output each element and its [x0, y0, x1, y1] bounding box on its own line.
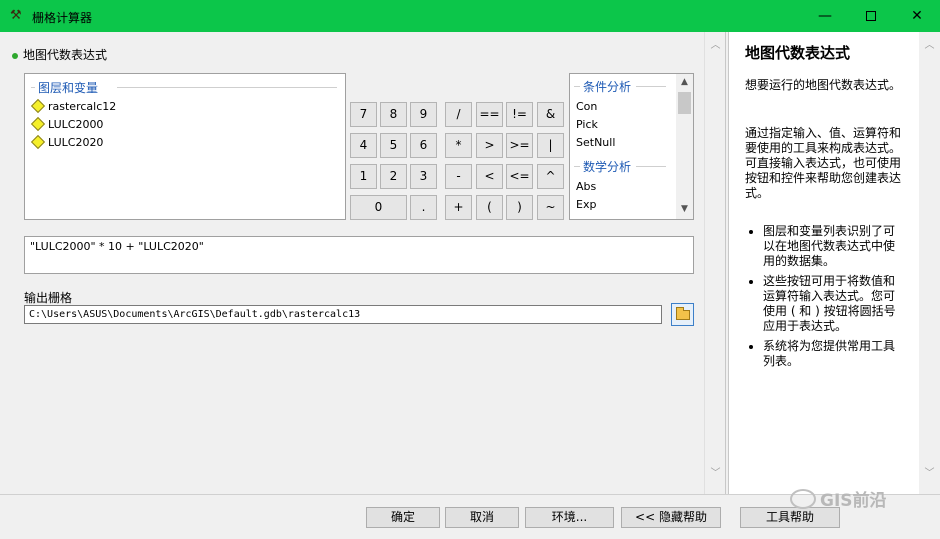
- divider: [31, 87, 35, 88]
- key-greater[interactable]: >: [476, 133, 503, 158]
- key-not[interactable]: ~: [537, 195, 564, 220]
- function-item-con[interactable]: Con: [576, 100, 597, 113]
- key-or[interactable]: |: [537, 133, 564, 158]
- function-item-abs[interactable]: Abs: [576, 180, 596, 193]
- help-title: 地图代数表达式: [745, 44, 851, 62]
- key-7[interactable]: 7: [350, 102, 377, 127]
- key-plus[interactable]: +: [445, 195, 472, 220]
- ok-button[interactable]: 确定: [366, 507, 440, 528]
- minimize-button[interactable]: —: [802, 0, 848, 32]
- layers-group-title: 图层和变量: [38, 81, 99, 95]
- scroll-up-icon[interactable]: ︿: [705, 36, 726, 51]
- key-8[interactable]: 8: [380, 102, 407, 127]
- scroll-down-icon[interactable]: ▼: [676, 204, 693, 214]
- raster-layer-icon: [30, 134, 46, 150]
- help-paragraph: 想要运行的地图代数表达式。: [745, 78, 902, 92]
- layer-item[interactable]: rastercalc12: [30, 98, 117, 114]
- maximize-button[interactable]: [848, 0, 894, 32]
- hide-help-button[interactable]: << 隐藏帮助: [621, 507, 721, 528]
- key-6[interactable]: 6: [410, 133, 437, 158]
- key-2[interactable]: 2: [380, 164, 407, 189]
- function-item-setnull[interactable]: SetNull: [576, 136, 615, 149]
- key-3[interactable]: 3: [410, 164, 437, 189]
- key-5[interactable]: 5: [380, 133, 407, 158]
- watermark: GIS前沿: [790, 486, 887, 511]
- help-paragraph: 通过指定输入、值、运算符和要使用的工具来构成表达式。可直接输入表达式，也可使用按…: [745, 126, 902, 200]
- key-and[interactable]: &: [537, 102, 564, 127]
- divider: [574, 86, 580, 87]
- required-dot-icon: [12, 52, 18, 59]
- wechat-icon: [790, 489, 816, 509]
- function-item-pick[interactable]: Pick: [576, 118, 598, 131]
- functions-scrollbar[interactable]: ▲ ▼: [676, 74, 693, 219]
- layer-item[interactable]: LULC2000: [30, 116, 104, 132]
- output-raster-input[interactable]: C:\Users\ASUS\Documents\ArcGIS\Default.g…: [24, 305, 662, 324]
- divider: [636, 166, 666, 167]
- expression-heading: 地图代数表达式: [12, 46, 107, 63]
- key-close-paren[interactable]: ): [506, 195, 533, 220]
- browse-button[interactable]: [671, 303, 694, 326]
- key-4[interactable]: 4: [350, 133, 377, 158]
- key-open-paren[interactable]: (: [476, 195, 503, 220]
- key-greater-equal[interactable]: >=: [506, 133, 533, 158]
- help-scrollbar[interactable]: ︿ ﹀: [919, 32, 940, 494]
- raster-layer-icon: [30, 116, 46, 132]
- hammer-icon: ⚒: [10, 8, 22, 23]
- tool-panel-scrollbar[interactable]: ︿ ﹀: [704, 32, 725, 494]
- maximize-icon: [866, 11, 876, 21]
- key-equal[interactable]: ==: [476, 102, 503, 127]
- window-title: 栅格计算器: [32, 11, 93, 25]
- scroll-down-icon[interactable]: ﹀: [705, 464, 726, 479]
- close-button[interactable]: ✕: [894, 0, 940, 32]
- expression-heading-text: 地图代数表达式: [23, 48, 108, 62]
- key-1[interactable]: 1: [350, 164, 377, 189]
- key-minus[interactable]: -: [445, 164, 472, 189]
- layer-item[interactable]: LULC2020: [30, 134, 104, 150]
- key-less[interactable]: <: [476, 164, 503, 189]
- key-less-equal[interactable]: <=: [506, 164, 533, 189]
- key-0[interactable]: 0: [350, 195, 407, 220]
- help-bullet-list: 图层和变量列表识别了可以在地图代数表达式中使用的数据集。 这些按钮可用于将数值和…: [763, 224, 905, 374]
- folder-open-icon: [676, 307, 690, 320]
- divider: [636, 86, 666, 87]
- function-group-title: 数学分析: [583, 160, 632, 174]
- divider: [117, 87, 337, 88]
- help-bullet: 图层和变量列表识别了可以在地图代数表达式中使用的数据集。: [763, 224, 905, 269]
- key-multiply[interactable]: *: [445, 133, 472, 158]
- layer-label: rastercalc12: [48, 100, 117, 113]
- function-item-exp[interactable]: Exp: [576, 198, 596, 211]
- key-9[interactable]: 9: [410, 102, 437, 127]
- divider: [574, 166, 580, 167]
- layers-variables-list[interactable]: 图层和变量 rastercalc12 LULC2000 LULC2020: [24, 73, 346, 220]
- layer-label: LULC2000: [48, 118, 104, 131]
- title-bar: ⚒ 栅格计算器 — ✕: [0, 0, 940, 32]
- environments-button[interactable]: 环境...: [525, 507, 614, 528]
- help-bullet: 这些按钮可用于将数值和运算符输入表达式。您可使用 ( 和 ) 按钮将圆括号应用于…: [763, 274, 905, 334]
- key-decimal[interactable]: .: [410, 195, 437, 220]
- scroll-up-icon[interactable]: ︿: [919, 36, 940, 51]
- key-not-equal[interactable]: !=: [506, 102, 533, 127]
- key-xor[interactable]: ^: [537, 164, 564, 189]
- scrollbar-thumb[interactable]: [678, 92, 691, 114]
- output-raster-label: 输出栅格: [24, 291, 73, 305]
- cancel-button[interactable]: 取消: [445, 507, 519, 528]
- help-bullet: 系统将为您提供常用工具列表。: [763, 339, 905, 369]
- scroll-up-icon[interactable]: ▲: [676, 77, 693, 87]
- watermark-text: GIS前沿: [820, 491, 887, 511]
- raster-layer-icon: [30, 98, 46, 114]
- scroll-down-icon[interactable]: ﹀: [919, 464, 940, 479]
- layer-label: LULC2020: [48, 136, 104, 149]
- expression-textarea[interactable]: "LULC2000" * 10 + "LULC2020": [24, 236, 694, 274]
- key-divide[interactable]: /: [445, 102, 472, 127]
- help-panel: 地图代数表达式 想要运行的地图代数表达式。 通过指定输入、值、运算符和要使用的工…: [728, 32, 940, 494]
- function-group-title: 条件分析: [583, 80, 632, 94]
- functions-list[interactable]: 条件分析 Con Pick SetNull 数学分析 Abs Exp ▲ ▼: [569, 73, 694, 220]
